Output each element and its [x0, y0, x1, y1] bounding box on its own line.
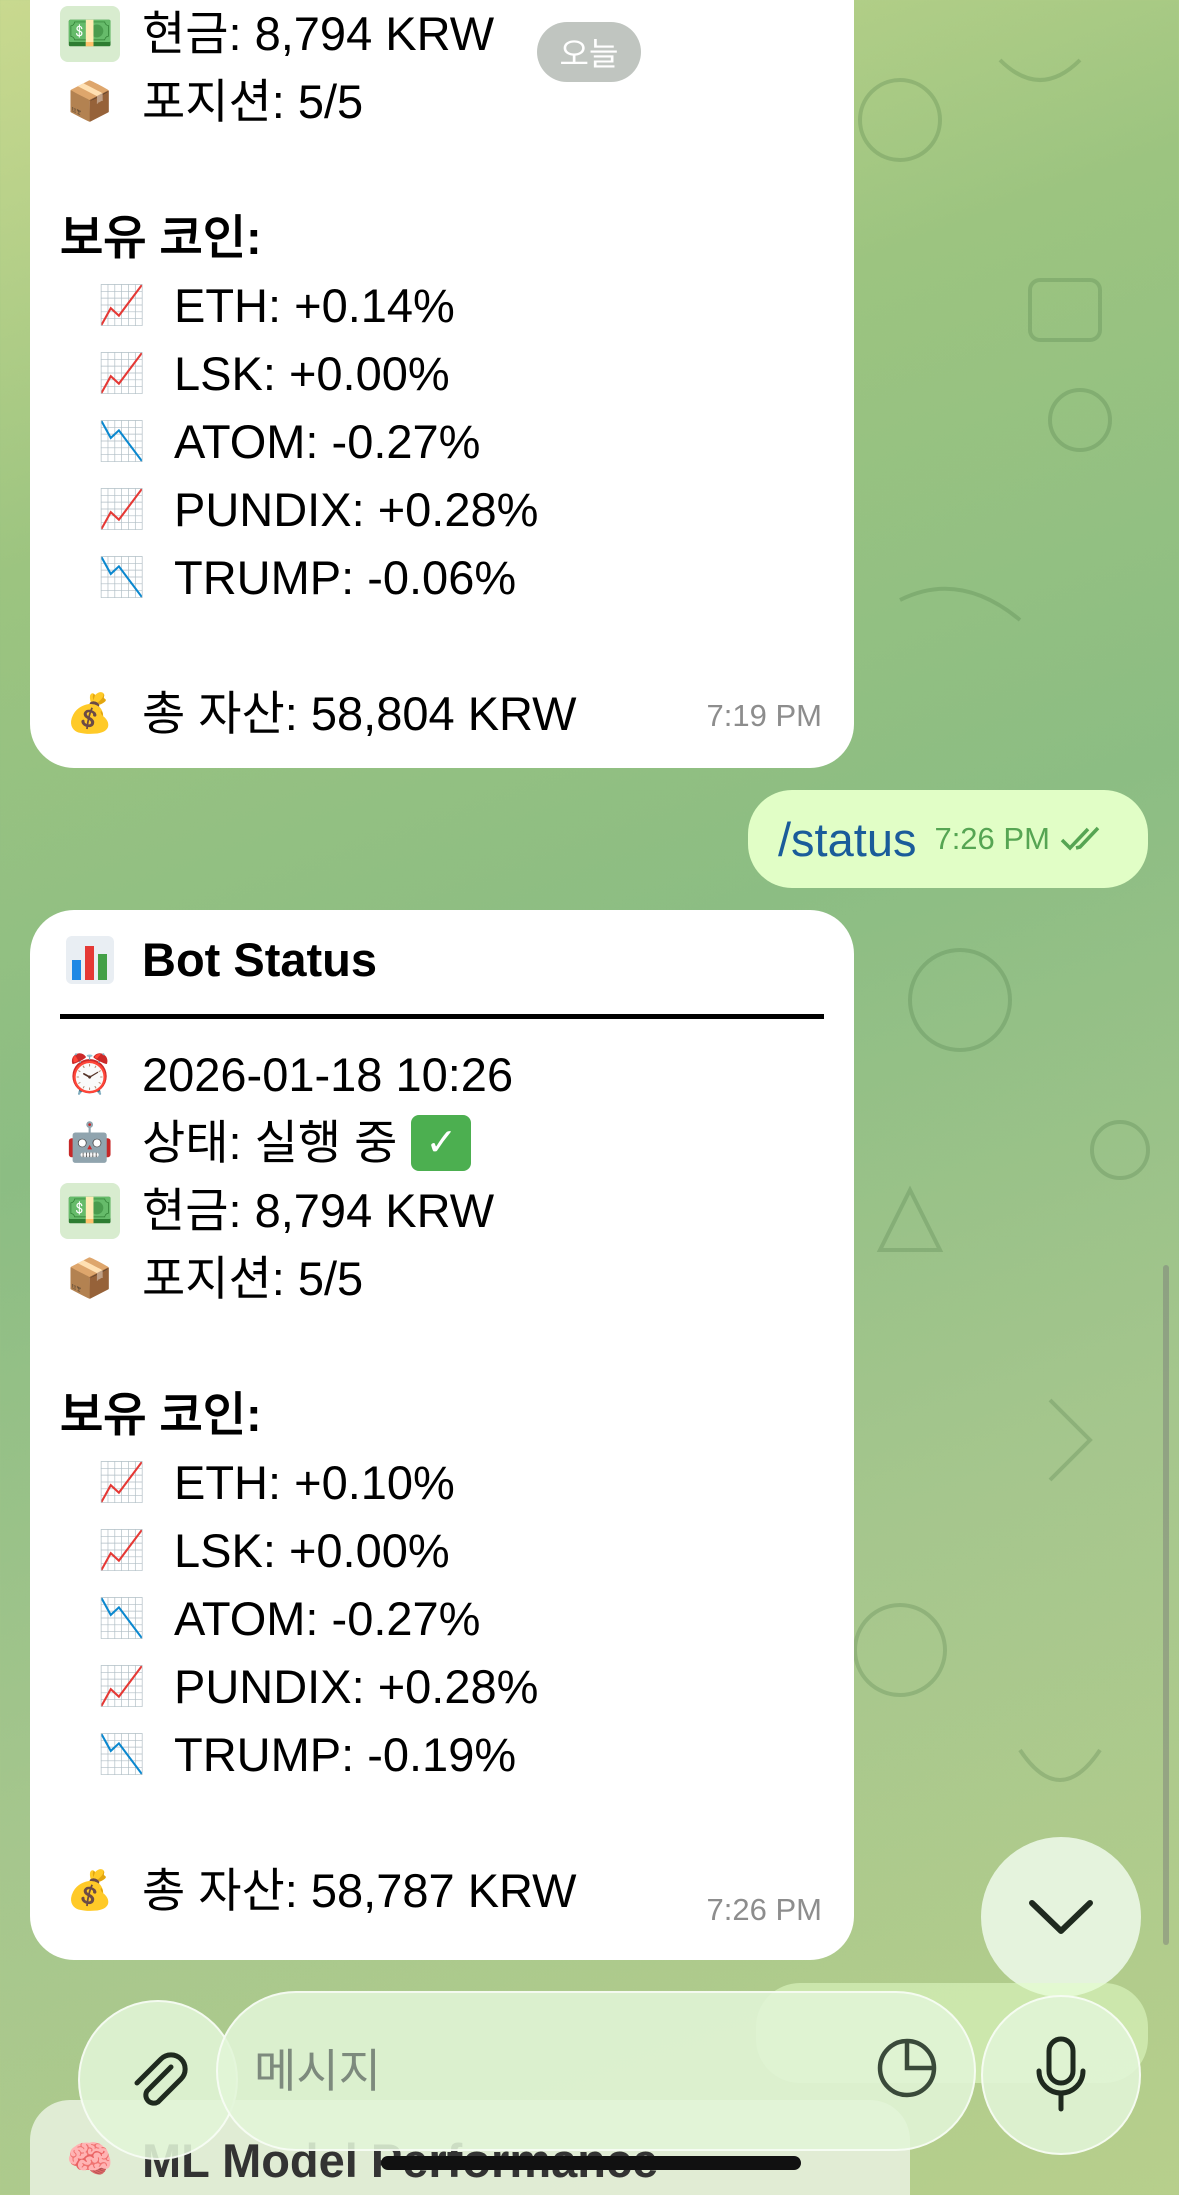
robot-icon: 🤖: [66, 1122, 114, 1164]
money-banknote-icon: 💵: [60, 1183, 120, 1239]
message-input-bar[interactable]: [216, 1991, 976, 2151]
holding-text: LSK: +0.00%: [174, 1524, 450, 1577]
sticker-icon[interactable]: [874, 2035, 940, 2101]
timestamp-text: 2026-01-18 10:26: [142, 1048, 514, 1101]
package-box-icon: 📦: [66, 1258, 114, 1300]
status-title-row: Bot Status: [60, 926, 824, 994]
holding-row: 📉 TRUMP: -0.06%: [60, 544, 824, 612]
cash-text: 현금: 8,794 KRW: [142, 1184, 495, 1237]
holdings-header: 보유 코인:: [60, 211, 262, 264]
money-bag-icon: 💰: [66, 1870, 114, 1912]
state-text: 상태: 실행 중: [142, 1116, 398, 1169]
holding-row: 📉 ATOM: -0.27%: [60, 408, 824, 476]
divider: [60, 1014, 824, 1019]
holding-row: 📉 TRUMP: -0.19%: [60, 1721, 824, 1789]
double-check-icon: [1060, 826, 1100, 851]
holding-text: ETH: +0.14%: [174, 279, 455, 332]
date-chip: 오늘: [537, 22, 641, 82]
status-title: Bot Status: [142, 933, 377, 986]
holdings-header: 보유 코인:: [60, 1388, 262, 1441]
holding-row: 📈 PUNDIX: +0.28%: [60, 476, 824, 544]
message-time: 7:26 PM: [934, 821, 1050, 856]
message-input[interactable]: [254, 2044, 814, 2098]
holding-text: PUNDIX: +0.28%: [174, 483, 539, 536]
holdings-list: 📈 ETH: +0.10% 📈 LSK: +0.00% 📉 ATOM: -0.27% …: [60, 1449, 824, 1789]
holding-text: TRUMP: -0.19%: [174, 1728, 517, 1781]
money-bag-icon: 💰: [66, 693, 114, 735]
chart-increasing-icon: 📈: [98, 489, 146, 531]
paperclip-icon: [134, 2052, 188, 2106]
total-text: 총 자산: 58,804 KRW: [142, 687, 577, 740]
holding-text: PUNDIX: +0.28%: [174, 1660, 539, 1713]
holding-text: ETH: +0.10%: [174, 1456, 455, 1509]
holding-row: 📉 ATOM: -0.27%: [60, 1585, 824, 1653]
chart-increasing-icon: 📈: [98, 1666, 146, 1708]
holding-row: 📈 LSK: +0.00%: [60, 1517, 824, 1585]
position-text: 포지션: 5/5: [142, 1252, 364, 1305]
position-text: 포지션: 5/5: [142, 75, 364, 128]
holdings-list: 📈 ETH: +0.14% 📈 LSK: +0.00% 📉 ATOM: -0.27% …: [60, 272, 824, 612]
total-text: 총 자산: 58,787 KRW: [142, 1864, 577, 1917]
chart-increasing-icon: 📈: [98, 1530, 146, 1572]
cash-text: 현금: 8,794 KRW: [142, 7, 495, 60]
chart-increasing-icon: 📈: [98, 285, 146, 327]
position-row: 📦 포지션: 5/5: [60, 68, 824, 136]
voice-message-button[interactable]: [981, 1995, 1141, 2155]
message-time: 7:19 PM: [706, 698, 822, 733]
chart-increasing-icon: 📈: [98, 1462, 146, 1504]
holding-text: LSK: +0.00%: [174, 347, 450, 400]
holding-row: 📈 ETH: +0.10%: [60, 1449, 824, 1517]
chart-decreasing-icon: 📉: [98, 1734, 146, 1776]
cash-row: 💵 현금: 8,794 KRW: [60, 0, 824, 68]
bar-chart-icon: [60, 932, 120, 988]
holding-text: ATOM: -0.27%: [174, 415, 481, 468]
message-bubble-outgoing: /status 7:26 PM: [748, 790, 1148, 888]
package-box-icon: 📦: [66, 81, 114, 123]
home-indicator[interactable]: [381, 2156, 801, 2170]
alarm-clock-icon: ⏰: [66, 1054, 114, 1096]
holding-row: 📈 LSK: +0.00%: [60, 340, 824, 408]
state-row: 🤖 상태: 실행 중 ✓: [60, 1109, 824, 1177]
scroll-to-bottom-button[interactable]: [981, 1837, 1141, 1997]
microphone-icon: [1036, 2036, 1086, 2112]
chevron-down-icon: [1029, 1900, 1093, 1934]
message-bubble-previous-status: 💵 현금: 8,794 KRW 📦 포지션: 5/5 보유 코인: 📈 ETH: …: [30, 0, 854, 768]
scrollbar[interactable]: [1163, 1265, 1169, 1945]
attach-button[interactable]: [78, 2000, 238, 2160]
message-bubble-bot-status: Bot Status ⏰ 2026-01-18 10:26 🤖 상태: 실행 중…: [30, 910, 854, 1960]
holding-text: ATOM: -0.27%: [174, 1592, 481, 1645]
chart-increasing-icon: 📈: [98, 353, 146, 395]
timestamp-row: ⏰ 2026-01-18 10:26: [60, 1041, 824, 1109]
position-row: 📦 포지션: 5/5: [60, 1245, 824, 1313]
chart-decreasing-icon: 📉: [98, 557, 146, 599]
chart-decreasing-icon: 📉: [98, 1598, 146, 1640]
message-time: 7:26 PM: [706, 1892, 822, 1927]
cash-row: 💵 현금: 8,794 KRW: [60, 1177, 824, 1245]
command-link[interactable]: /status: [778, 812, 916, 867]
check-mark-button-icon: ✓: [411, 1115, 472, 1171]
holding-row: 📈 PUNDIX: +0.28%: [60, 1653, 824, 1721]
money-banknote-icon: 💵: [60, 6, 120, 62]
chart-decreasing-icon: 📉: [98, 421, 146, 463]
holding-row: 📈 ETH: +0.14%: [60, 272, 824, 340]
holding-text: TRUMP: -0.06%: [174, 551, 517, 604]
